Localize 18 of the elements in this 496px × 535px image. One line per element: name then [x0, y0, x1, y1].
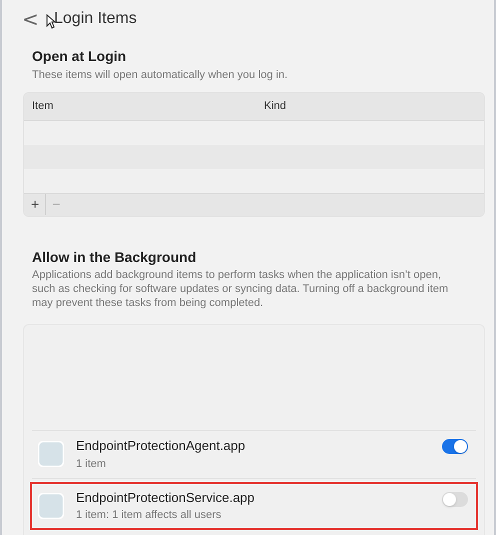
back-button[interactable]: <	[22, 9, 36, 29]
app-name: EndpointProtectionService.app	[76, 488, 256, 507]
add-button[interactable]: +	[28, 194, 46, 215]
app-detail: 1 item	[76, 456, 107, 472]
column-header[interactable]: Item	[24, 98, 264, 114]
app-name: EndpointProtectionAgent.app	[76, 437, 246, 455]
column-header[interactable]: Kind	[264, 98, 286, 114]
toggle-switch[interactable]	[442, 492, 468, 506]
section-heading: Open at Login	[32, 47, 128, 66]
app-detail: 1 item: 1 item affects all users	[76, 508, 222, 523]
section-description: These items will open automatically when you log in.	[32, 68, 289, 83]
section-heading: Allow in the Background	[32, 248, 198, 267]
app-icon	[38, 492, 64, 518]
pointer-icon	[46, 14, 56, 29]
page-title: Login Items	[54, 9, 137, 29]
section-description: Applications add background items to perform tasks when the application isn’t open, such as checking for software updates or syncing data. Turning off a background item may prevent these tasks from being completed.	[32, 268, 450, 310]
app-icon	[38, 441, 64, 467]
toggle-switch[interactable]	[442, 438, 468, 454]
